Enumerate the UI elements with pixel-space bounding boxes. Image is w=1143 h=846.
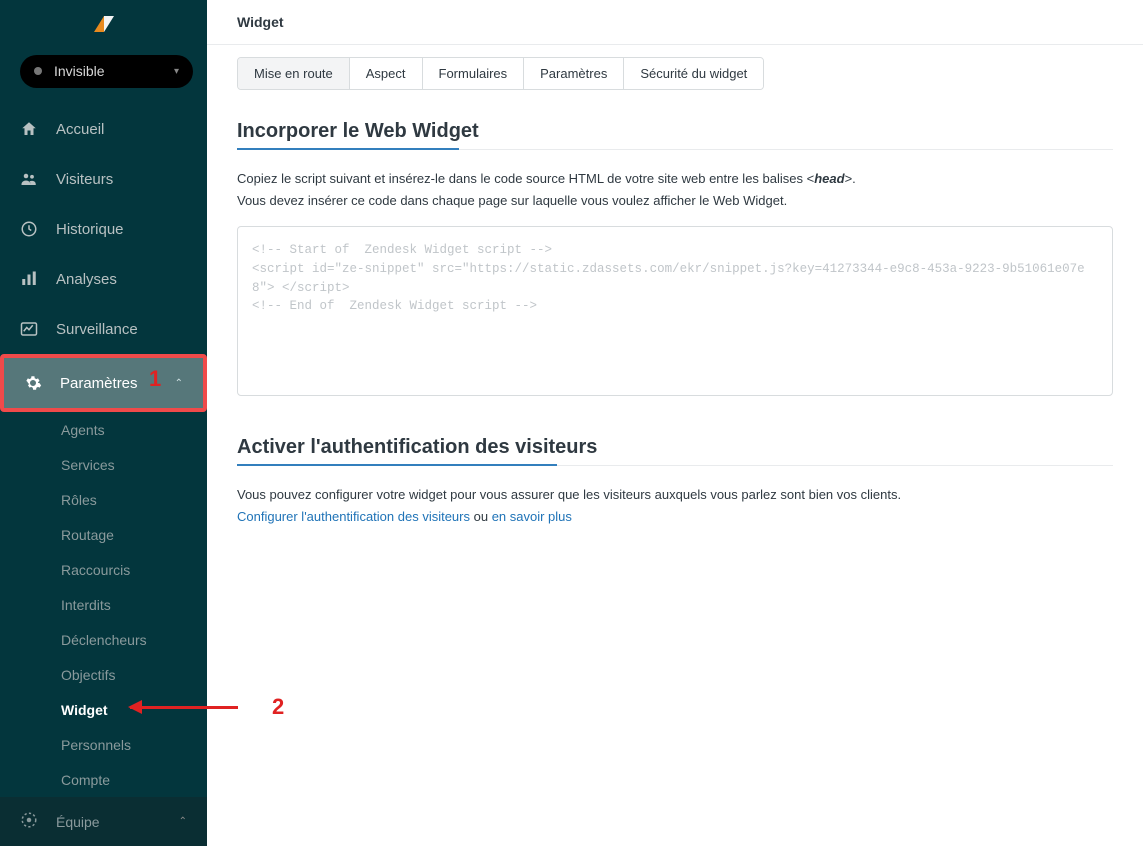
embed-heading: Incorporer le Web Widget — [237, 120, 1113, 150]
link-configure-auth[interactable]: Configurer l'authentification des visite… — [237, 509, 470, 524]
bars-icon — [20, 270, 46, 288]
tab-mise-en-route[interactable]: Mise en route — [238, 58, 350, 89]
annotation-number-1: 1 — [149, 366, 161, 392]
nav-analyses[interactable]: Analyses — [0, 254, 207, 304]
tab-parametres[interactable]: Paramètres — [524, 58, 624, 89]
chevron-up-icon: ⌃ — [179, 816, 187, 827]
arrow-line-icon — [130, 706, 238, 709]
sub-label: Personnels — [61, 737, 131, 753]
status-label: Invisible — [54, 63, 174, 79]
sub-label: Routage — [61, 527, 114, 543]
logo-icon — [90, 12, 118, 36]
clock-icon — [20, 220, 46, 238]
sub-objectifs[interactable]: Objectifs — [25, 657, 207, 692]
tab-aspect[interactable]: Aspect — [350, 58, 423, 89]
sub-personnels[interactable]: Personnels — [25, 727, 207, 762]
nav-parametres[interactable]: Paramètres ⌃ — [4, 358, 203, 408]
text: >. — [845, 171, 856, 186]
chart-icon — [20, 320, 46, 338]
sub-label: Déclencheurs — [61, 632, 147, 648]
text: Copiez le script suivant et insérez-le d… — [237, 171, 814, 186]
team-icon — [20, 811, 46, 832]
link-learn-more[interactable]: en savoir plus — [492, 509, 572, 524]
sub-compte[interactable]: Compte — [25, 762, 207, 797]
main-content: Widget Mise en route Aspect Formulaires … — [207, 0, 1143, 846]
tab-securite[interactable]: Sécurité du widget — [624, 58, 763, 89]
nav-label: Surveillance — [56, 321, 187, 338]
section-embed: Incorporer le Web Widget Copiez le scrip… — [237, 120, 1113, 396]
tabs: Mise en route Aspect Formulaires Paramèt… — [237, 57, 764, 90]
head-tag: head — [814, 171, 844, 186]
sub-label: Interdits — [61, 597, 111, 613]
logo-area — [0, 0, 207, 49]
sub-roles[interactable]: Rôles — [25, 482, 207, 517]
nav-visiteurs[interactable]: Visiteurs — [0, 154, 207, 204]
nav-historique[interactable]: Historique — [0, 204, 207, 254]
nav-accueil[interactable]: Accueil — [0, 104, 207, 154]
home-icon — [20, 120, 46, 138]
sub-label: Services — [61, 457, 115, 473]
sub-services[interactable]: Services — [25, 447, 207, 482]
nav-label: Accueil — [56, 121, 187, 138]
nav-equipe[interactable]: Équipe ⌃ — [0, 797, 207, 846]
nav-surveillance[interactable]: Surveillance — [0, 304, 207, 354]
main-nav: Accueil Visiteurs Historique Analyses Su… — [0, 104, 207, 354]
parametres-subnav: Agents Services Rôles Routage Raccourcis… — [25, 412, 207, 797]
sub-routage[interactable]: Routage — [25, 517, 207, 552]
sub-raccourcis[interactable]: Raccourcis — [25, 552, 207, 587]
page-title: Widget — [207, 0, 1143, 45]
gear-icon — [24, 374, 50, 392]
annotation-arrow-2: 2 — [130, 694, 284, 720]
sub-declencheurs[interactable]: Déclencheurs — [25, 622, 207, 657]
sub-label: Raccourcis — [61, 562, 130, 578]
annotation-number-2: 2 — [272, 694, 284, 720]
sub-label: Rôles — [61, 492, 97, 508]
sub-label: Compte — [61, 772, 110, 788]
auth-heading: Activer l'authentification des visiteurs — [237, 436, 1113, 466]
sub-agents[interactable]: Agents — [25, 412, 207, 447]
code-snippet-box[interactable]: <!-- Start of Zendesk Widget script --> … — [237, 226, 1113, 396]
nav-label: Visiteurs — [56, 171, 187, 188]
tab-formulaires[interactable]: Formulaires — [423, 58, 525, 89]
nav-label: Équipe — [56, 814, 179, 830]
status-dot-icon — [34, 67, 42, 75]
embed-p1: Copiez le script suivant et insérez-le d… — [237, 168, 1113, 190]
annotation-highlight-1: Paramètres ⌃ 1 — [0, 354, 207, 412]
section-auth: Activer l'authentification des visiteurs… — [237, 436, 1113, 528]
nav-label: Historique — [56, 221, 187, 238]
sub-interdits[interactable]: Interdits — [25, 587, 207, 622]
sub-label: Objectifs — [61, 667, 115, 683]
chevron-down-icon: ▾ — [174, 66, 179, 77]
auth-links: Configurer l'authentification des visite… — [237, 506, 1113, 528]
link-separator: ou — [470, 509, 492, 524]
status-selector[interactable]: Invisible ▾ — [20, 55, 193, 88]
sub-label: Agents — [61, 422, 105, 438]
auth-p1: Vous pouvez configurer votre widget pour… — [237, 484, 1113, 506]
sub-label: Widget — [61, 702, 108, 718]
chevron-up-icon: ⌃ — [175, 378, 183, 389]
nav-label: Analyses — [56, 271, 187, 288]
embed-p2: Vous devez insérer ce code dans chaque p… — [237, 190, 1113, 212]
users-icon — [20, 170, 46, 188]
